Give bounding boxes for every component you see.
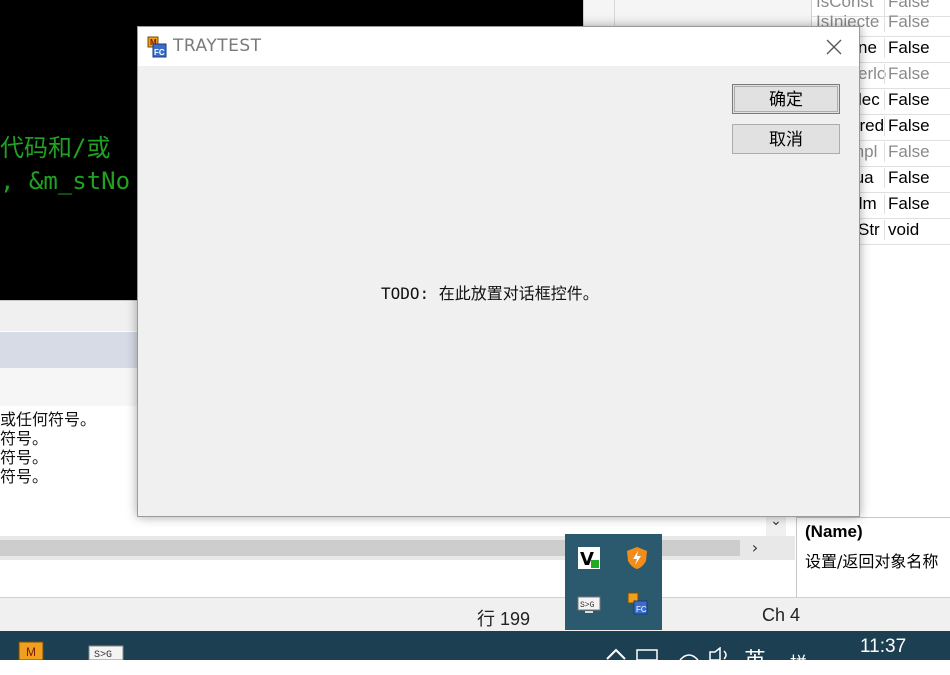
ime-mode-indicator[interactable]: 拼 [790,649,807,674]
speaker-icon[interactable] [708,647,734,660]
dialog-placeholder-text: TODO: 在此放置对话框控件。 [381,284,599,303]
property-value[interactable]: False [884,38,950,58]
dialog-title: TRAYTEST [173,36,262,56]
ime-language-indicator[interactable]: 英 [744,643,766,675]
svg-text:S>G: S>G [94,650,112,660]
mfc-app-icon[interactable]: M [18,641,44,660]
property-value[interactable]: void [884,220,950,240]
svg-text:FC: FC [154,48,165,57]
property-value[interactable]: False [884,194,950,214]
dialog-titlebar[interactable]: M FC TRAYTEST [138,27,859,66]
mfc-tray-icon[interactable]: FC [625,592,649,616]
property-value[interactable]: False [884,90,950,110]
chevron-up-icon[interactable] [605,647,627,660]
taskbar: M S>G 英 拼 11:37 [0,631,950,674]
cancel-button[interactable]: 取消 [732,124,840,154]
svg-text:M: M [26,645,36,659]
battery-icon[interactable] [636,649,662,660]
status-bar: 行 199 Ch 4 [0,597,950,632]
close-icon[interactable] [820,33,848,61]
status-line-number: 行 199 [477,609,531,629]
scroll-right-icon[interactable]: › [745,536,765,560]
taskbar-clock[interactable]: 11:37 [860,636,906,658]
terminal-app-icon[interactable]: S>G [88,645,124,660]
description-title: (Name) [805,522,863,541]
svg-text:FC: FC [636,605,647,614]
mfc-app-icon: M FC [147,36,167,58]
status-column: Ch 4 [762,605,801,625]
property-value[interactable]: False [884,168,950,188]
wifi-icon[interactable] [678,648,700,660]
horizontal-scrollbar[interactable]: › [0,536,795,560]
property-value[interactable]: False [884,12,950,32]
shield-tray-icon[interactable] [625,546,649,570]
property-value[interactable]: False [884,142,950,162]
code-line: 代码和/或 [0,134,111,162]
property-description: (Name) 设置/返回对象名称 [796,517,950,598]
ok-button[interactable]: 确定 [732,84,840,114]
vim-tray-icon[interactable]: V [577,546,601,570]
terminal-tray-icon[interactable]: S>G [577,592,601,616]
property-value[interactable]: False [884,116,950,136]
svg-text:S>G: S>G [580,601,595,610]
traytest-dialog: M FC TRAYTEST 确定 取消 TODO: 在此放置对话框控件。 [137,26,860,517]
property-value[interactable]: False [884,64,950,84]
output-line: 符号。 [0,467,49,486]
tray-overflow-popup: V S>G FC [565,534,662,630]
description-text: 设置/返回对象名称 [805,552,939,571]
code-line: , &m_stNo [0,167,131,195]
